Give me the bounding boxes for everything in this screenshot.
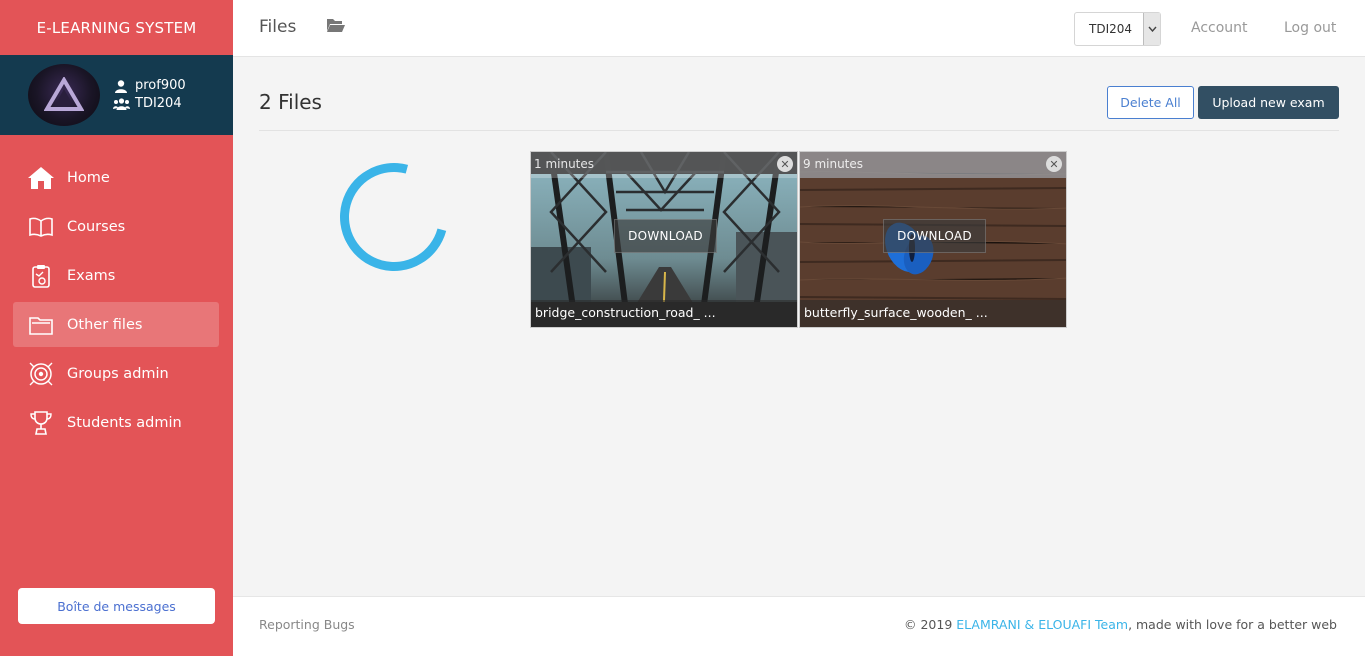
- messages-button[interactable]: Boîte de messages: [18, 588, 215, 624]
- sidebar-item-exams[interactable]: Exams: [13, 253, 219, 298]
- close-icon[interactable]: ✕: [1046, 156, 1062, 172]
- top-bar: Files TDI204 Account Log out: [233, 0, 1365, 57]
- delete-all-button[interactable]: Delete All: [1107, 86, 1194, 119]
- account-link[interactable]: Account: [1191, 20, 1248, 36]
- file-card[interactable]: 9 minutes ✕ DOWNLOAD butterfly_surface_w…: [799, 151, 1067, 328]
- download-button[interactable]: DOWNLOAD: [883, 219, 986, 253]
- chevron-down-icon[interactable]: [1143, 13, 1160, 45]
- file-card[interactable]: 1 minutes ✕ DOWNLOAD bridge_construction…: [530, 151, 798, 328]
- sidebar-item-label: Exams: [67, 267, 116, 284]
- sidebar-item-other-files[interactable]: Other files: [13, 302, 219, 347]
- sidebar-item-label: Students admin: [67, 414, 182, 431]
- loading-spinner: [320, 143, 468, 291]
- file-age: 1 minutes: [531, 152, 797, 178]
- target-icon: [27, 361, 55, 387]
- sidebar-item-label: Groups admin: [67, 365, 169, 382]
- folder-open-icon: [326, 17, 346, 37]
- group-select-value: TDI204: [1089, 22, 1133, 36]
- book-icon: [27, 214, 55, 240]
- file-age: 9 minutes: [800, 152, 1066, 178]
- users-group-icon: [112, 98, 130, 110]
- files-count-heading: 2 Files: [259, 90, 322, 114]
- sidebar-item-home[interactable]: Home: [13, 155, 219, 200]
- team-link[interactable]: ELAMRANI & ELOUAFI Team: [956, 617, 1128, 632]
- sidebar: E-LEARNING SYSTEM prof900 TDI204 Home Co…: [0, 0, 233, 656]
- sidebar-item-groups-admin[interactable]: Groups admin: [13, 351, 219, 396]
- sidebar-item-label: Other files: [67, 316, 143, 333]
- app-brand: E-LEARNING SYSTEM: [36, 18, 197, 37]
- sidebar-nav: Home Courses Exams Other files Groups ad…: [0, 155, 233, 445]
- sidebar-item-courses[interactable]: Courses: [13, 204, 219, 249]
- logout-link[interactable]: Log out: [1284, 20, 1336, 36]
- file-name: butterfly_surface_wooden_ ...: [800, 300, 1066, 327]
- home-icon: [27, 165, 55, 191]
- group-select[interactable]: TDI204: [1074, 12, 1161, 46]
- profile-panel: prof900 TDI204: [0, 55, 233, 135]
- file-name: bridge_construction_road_ ...: [531, 300, 797, 327]
- page-title: Files: [259, 17, 297, 37]
- exam-clipboard-icon: [27, 263, 55, 289]
- sidebar-item-label: Courses: [67, 218, 126, 235]
- reporting-bugs-link[interactable]: Reporting Bugs: [259, 617, 355, 632]
- profile-username: prof900: [135, 78, 186, 93]
- copyright: © 2019 ELAMRANI & ELOUAFI Team, made wit…: [904, 617, 1337, 632]
- avatar: [28, 64, 100, 126]
- folder-icon: [27, 312, 55, 338]
- trophy-icon: [27, 410, 55, 436]
- sidebar-item-students-admin[interactable]: Students admin: [13, 400, 219, 445]
- close-icon[interactable]: ✕: [777, 156, 793, 172]
- profile-group: TDI204: [135, 96, 182, 111]
- user-icon: [112, 79, 130, 93]
- copyright-suffix: , made with love for a better web: [1128, 617, 1337, 632]
- copyright-prefix: © 2019: [904, 617, 957, 632]
- sidebar-item-label: Home: [67, 169, 110, 186]
- upload-new-exam-button[interactable]: Upload new exam: [1198, 86, 1339, 119]
- files-header: 2 Files Delete All Upload new exam: [259, 86, 1339, 131]
- download-button[interactable]: DOWNLOAD: [614, 219, 717, 253]
- footer: Reporting Bugs © 2019 ELAMRANI & ELOUAFI…: [233, 596, 1365, 656]
